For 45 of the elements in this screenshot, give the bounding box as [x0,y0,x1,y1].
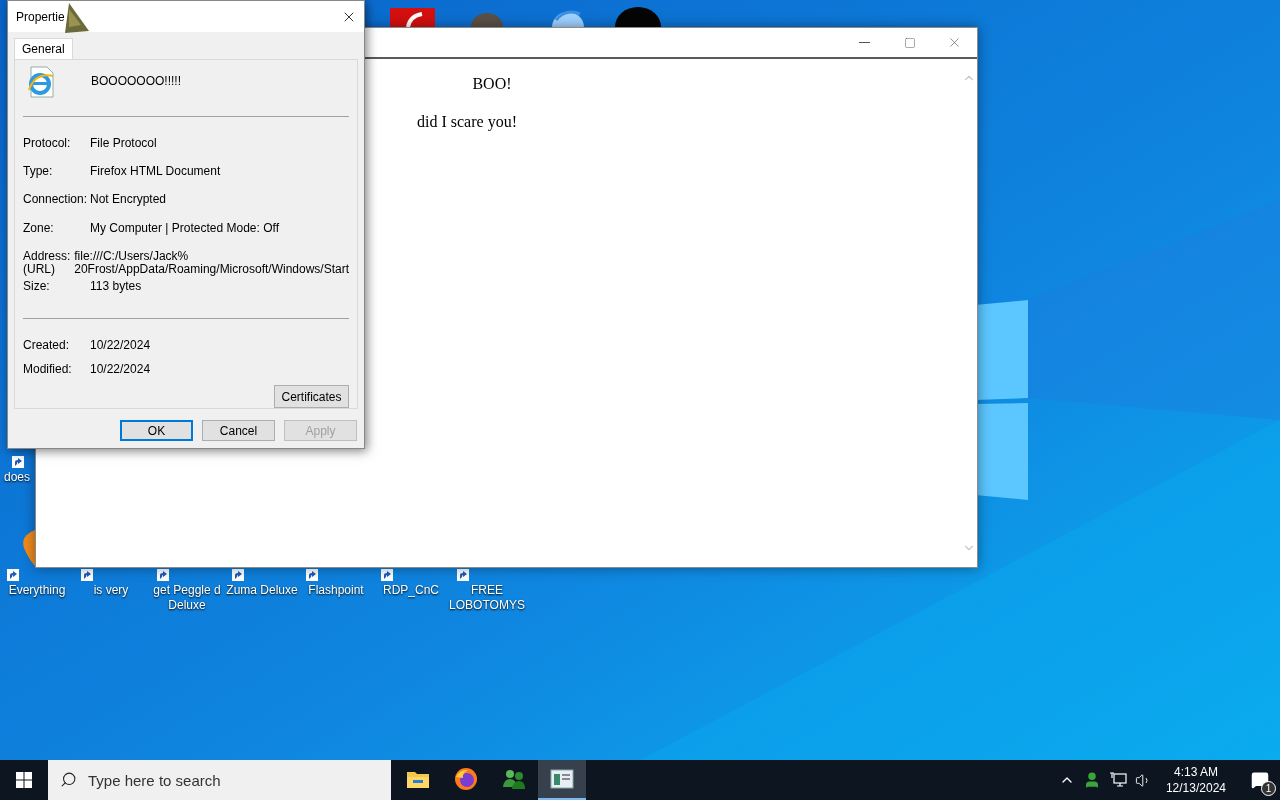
field-label: Address: (URL) [23,249,72,276]
field-label: Modified: [23,363,73,376]
field-label: Type: [23,165,54,179]
document-icon [25,66,57,98]
cone-icon [62,3,89,33]
close-icon [947,35,962,50]
certificates-button[interactable]: Certificates [274,385,349,408]
field-label: Created: [23,339,71,352]
field-label: Protocol: [23,137,72,150]
shortcut-arrow-icon [7,569,19,581]
field-value: file:///C:/Users/Jack% 20Frost/AppData/Roaming/Microsoft/Windows/Start [74,249,349,276]
field-value: 113 bytes [90,280,142,293]
field-value: File Protocol [90,137,157,150]
browser-icon [454,767,478,791]
field-value: Not Encrypted [90,193,167,207]
file-name: BOOOOOOO!!!!! [91,73,181,90]
tab[interactable]: General [14,38,73,59]
page-text: did I scare you! [417,112,517,132]
dialog-button[interactable]: OK [120,420,193,441]
app-icon [470,12,505,27]
maximize-icon [903,36,916,49]
dialog-title: Propertie [16,8,65,26]
shortcut-arrow-icon [12,456,24,468]
field-label: Connection: [23,193,89,207]
field-label: Size: [23,280,51,293]
page-heading: BOO! [472,74,512,94]
dialog-button[interactable]: Cancel [202,420,275,441]
windows-logo-icon [16,772,32,788]
window-icon [550,769,574,789]
taskbar-app[interactable] [538,760,586,800]
search-icon [60,771,77,788]
people-icon [502,767,526,791]
folder-icon [406,769,430,789]
field-value: Firefox HTML Document [90,165,221,179]
clock[interactable]: 4:13 AM 12/13/2024 [1159,764,1232,796]
notification-button[interactable]: 1 [1240,760,1280,800]
field-value: My Computer | Protected Mode: Off [90,221,279,235]
field-value: 10/22/2024 [90,363,151,376]
field-value: 10/22/2024 [90,339,151,352]
minimize-icon [859,42,870,43]
app-icon [614,6,662,27]
search-field[interactable]: Type here to search [48,760,391,800]
notification-badge: 1 [1261,781,1276,796]
field-label: Zone: [23,221,55,235]
network-icon [1108,772,1127,788]
